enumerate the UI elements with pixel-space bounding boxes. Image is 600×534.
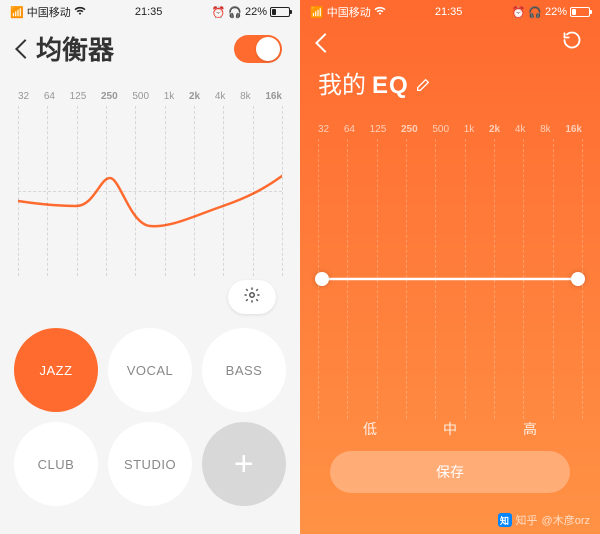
carrier-label: 中国移动 — [327, 4, 371, 20]
gridline — [106, 106, 107, 276]
battery-icon — [270, 7, 290, 17]
battery-pct: 22% — [245, 6, 267, 18]
save-label: 保存 — [436, 462, 464, 482]
frequency-axis: 32 64 125 250 500 1k 2k 4k 8k 16k — [18, 91, 282, 102]
gridline — [347, 139, 348, 419]
back-icon[interactable] — [15, 39, 35, 59]
headphones-icon: 🎧 — [528, 6, 542, 19]
watermark-source: 知乎 — [516, 512, 538, 528]
band-label: 中 — [443, 419, 457, 439]
save-button[interactable]: 保存 — [330, 451, 570, 493]
freq-label: 8k — [240, 91, 251, 102]
freq-label: 64 — [44, 91, 55, 102]
signal-icon: 📶 — [10, 6, 24, 19]
signal-icon: 📶 — [310, 6, 324, 19]
title-suffix: EQ — [372, 72, 409, 100]
zhihu-icon: 知 — [498, 513, 512, 527]
watermark-author: @木彦orz — [542, 512, 590, 528]
preset-club[interactable]: CLUB — [14, 422, 98, 506]
freq-label: 250 — [401, 124, 418, 135]
gridline — [47, 106, 48, 276]
eq-chart: 32 64 125 250 500 1k 2k 4k 8k 16k — [18, 91, 282, 276]
freq-label: 16k — [565, 124, 582, 135]
band-label: 低 — [363, 419, 377, 439]
add-preset-button[interactable]: + — [202, 422, 286, 506]
gridline — [253, 106, 254, 276]
freq-label: 125 — [370, 124, 387, 135]
freq-label: 32 — [318, 124, 329, 135]
edit-icon[interactable] — [415, 77, 431, 98]
alarm-icon: ⏰ — [512, 6, 526, 19]
gridline — [135, 106, 136, 276]
gridline — [165, 106, 166, 276]
headphones-icon: 🎧 — [228, 6, 242, 19]
gridline — [435, 139, 436, 419]
freq-label: 16k — [265, 91, 282, 102]
freq-label: 2k — [189, 91, 200, 102]
wifi-icon — [74, 6, 86, 19]
gridline — [194, 106, 195, 276]
page-title: 均衡器 — [36, 30, 234, 67]
freq-label: 250 — [101, 91, 118, 102]
gridline — [77, 106, 78, 276]
eq-curve — [18, 106, 282, 276]
gridline — [494, 139, 495, 419]
gear-icon — [243, 286, 261, 309]
freq-label: 4k — [515, 124, 526, 135]
band-label: 高 — [523, 419, 537, 439]
alarm-icon: ⏰ — [212, 6, 226, 19]
gridline — [582, 139, 583, 419]
preset-vocal[interactable]: VOCAL — [108, 328, 192, 412]
status-bar: 📶 中国移动 21:35 ⏰ 🎧 22% — [0, 0, 300, 22]
battery-icon — [570, 7, 590, 17]
eq-curve — [318, 139, 582, 419]
gridline — [18, 106, 19, 276]
status-bar: 📶 中国移动 21:35 ⏰ 🎧 22% — [300, 0, 600, 22]
gridline — [282, 106, 283, 276]
chart-grid[interactable] — [18, 106, 282, 276]
gridline — [465, 139, 466, 419]
clock: 21:35 — [135, 6, 163, 18]
header: 我的 EQ — [300, 22, 600, 114]
carrier-label: 中国移动 — [27, 4, 71, 20]
eq-toggle[interactable] — [234, 35, 282, 63]
freq-label: 64 — [344, 124, 355, 135]
clock: 21:35 — [435, 6, 463, 18]
chart-grid[interactable] — [318, 139, 582, 419]
preset-studio[interactable]: STUDIO — [108, 422, 192, 506]
preset-bass[interactable]: BASS — [202, 328, 286, 412]
freq-label: 8k — [540, 124, 551, 135]
gridline — [223, 106, 224, 276]
freq-label: 1k — [464, 124, 475, 135]
screen-custom-eq: 📶 中国移动 21:35 ⏰ 🎧 22% 我的 EQ — [300, 0, 600, 534]
header: 均衡器 — [0, 22, 300, 81]
freq-label: 4k — [215, 91, 226, 102]
settings-button[interactable] — [228, 280, 276, 314]
back-icon[interactable] — [315, 33, 335, 53]
freq-label: 32 — [18, 91, 29, 102]
freq-label: 1k — [164, 91, 175, 102]
preset-jazz[interactable]: JAZZ — [14, 328, 98, 412]
band-labels: 低中高 — [300, 419, 600, 439]
freq-label: 500 — [132, 91, 149, 102]
reset-button[interactable] — [562, 30, 582, 55]
gridline — [377, 139, 378, 419]
freq-label: 2k — [489, 124, 500, 135]
title-prefix: 我的 — [318, 65, 366, 100]
gridline — [318, 139, 319, 419]
freq-label: 500 — [432, 124, 449, 135]
eq-chart: 32 64 125 250 500 1k 2k 4k 8k 16k — [318, 124, 582, 419]
gridline — [523, 139, 524, 419]
wifi-icon — [374, 6, 386, 19]
gridline — [553, 139, 554, 419]
gridline — [406, 139, 407, 419]
page-title: 我的 EQ — [318, 65, 582, 100]
screen-equalizer-presets: 📶 中国移动 21:35 ⏰ 🎧 22% 均衡器 32 64 125 250 500 1k… — [0, 0, 300, 534]
battery-pct: 22% — [545, 6, 567, 18]
freq-label: 125 — [70, 91, 87, 102]
watermark: 知 知乎 @木彦orz — [498, 512, 590, 528]
frequency-axis: 32 64 125 250 500 1k 2k 4k 8k 16k — [318, 124, 582, 135]
